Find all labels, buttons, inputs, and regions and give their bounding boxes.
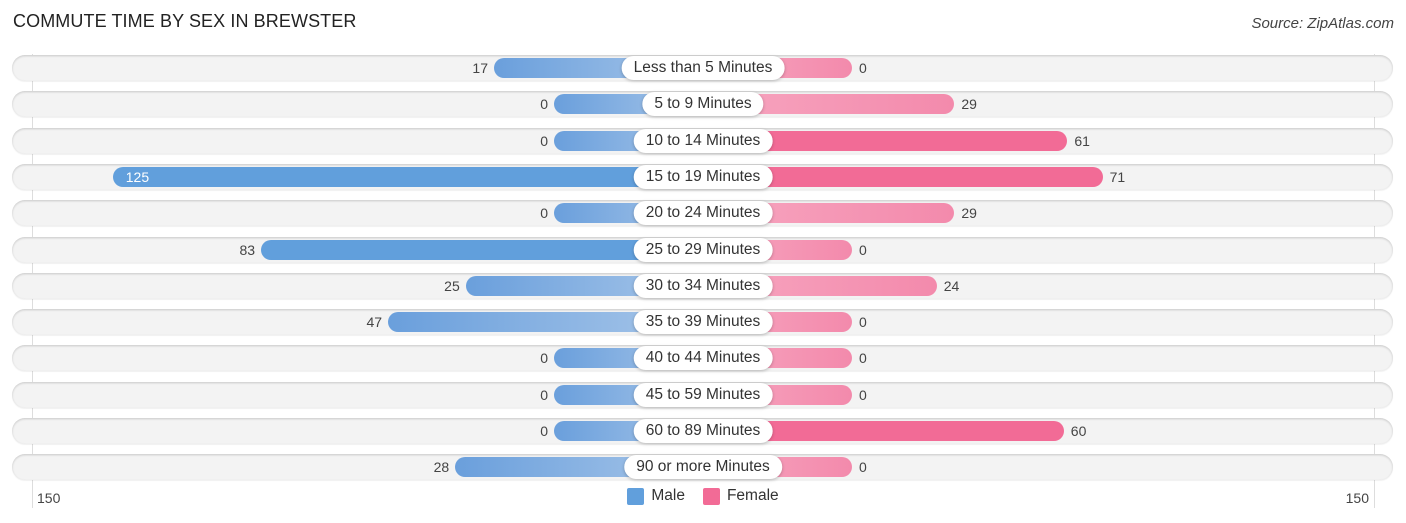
category-label: 15 to 19 Minutes <box>633 164 773 189</box>
value-label-male: 0 <box>540 132 548 149</box>
value-label-male: 0 <box>540 423 548 439</box>
value-label-female: 0 <box>859 350 867 367</box>
legend-item-female[interactable]: Female <box>702 487 779 505</box>
value-label-female: 24 <box>943 277 960 294</box>
category-label: 20 to 24 Minutes <box>633 201 773 226</box>
value-label-male: 28 <box>433 459 450 476</box>
category-label: 90 or more Minutes <box>624 455 782 480</box>
value-label-male: 25 <box>444 277 460 294</box>
legend-swatch-female <box>702 487 720 505</box>
category-label: 35 to 39 Minutes <box>633 310 773 335</box>
category-label: Less than 5 Minutes <box>621 56 785 80</box>
value-label-male: 0 <box>540 350 548 367</box>
value-label-female: 0 <box>859 60 867 76</box>
category-label: 60 to 89 Minutes <box>633 419 773 443</box>
value-label-female: 0 <box>859 314 867 331</box>
value-label-male: 83 <box>239 241 256 258</box>
value-label-male: 0 <box>540 205 548 222</box>
category-label: 25 to 29 Minutes <box>633 237 773 262</box>
legend: Male Female <box>0 487 1406 505</box>
category-label: 45 to 59 Minutes <box>633 382 773 407</box>
chart-area: 17 0 Less than 5 Minutes 0 29 5 to 9 Minutes 0… <box>0 0 1406 523</box>
category-label: 10 to 14 Minutes <box>633 128 773 153</box>
bar-male[interactable] <box>112 166 703 187</box>
value-label-male: 125 <box>125 168 150 185</box>
legend-label-female: Female <box>726 487 779 504</box>
value-label-female: 0 <box>859 459 867 476</box>
value-label-female: 29 <box>961 205 977 222</box>
value-label-male: 47 <box>366 314 383 331</box>
category-label: 30 to 34 Minutes <box>633 273 773 298</box>
value-label-female: 0 <box>859 241 867 258</box>
value-label-male: 0 <box>540 96 548 113</box>
value-label-female: 71 <box>1109 168 1126 185</box>
category-label: 40 to 44 Minutes <box>633 346 773 371</box>
value-label-female: 0 <box>859 386 867 403</box>
legend-item-male[interactable]: Male <box>627 487 685 505</box>
value-label-female: 29 <box>961 96 977 113</box>
value-label-male: 0 <box>540 386 548 403</box>
value-label-male: 17 <box>472 60 488 76</box>
value-label-female: 61 <box>1074 132 1090 149</box>
legend-swatch-male <box>627 487 645 505</box>
category-label: 5 to 9 Minutes <box>642 92 764 117</box>
value-label-female: 60 <box>1070 423 1087 439</box>
legend-label-male: Male <box>651 487 685 504</box>
